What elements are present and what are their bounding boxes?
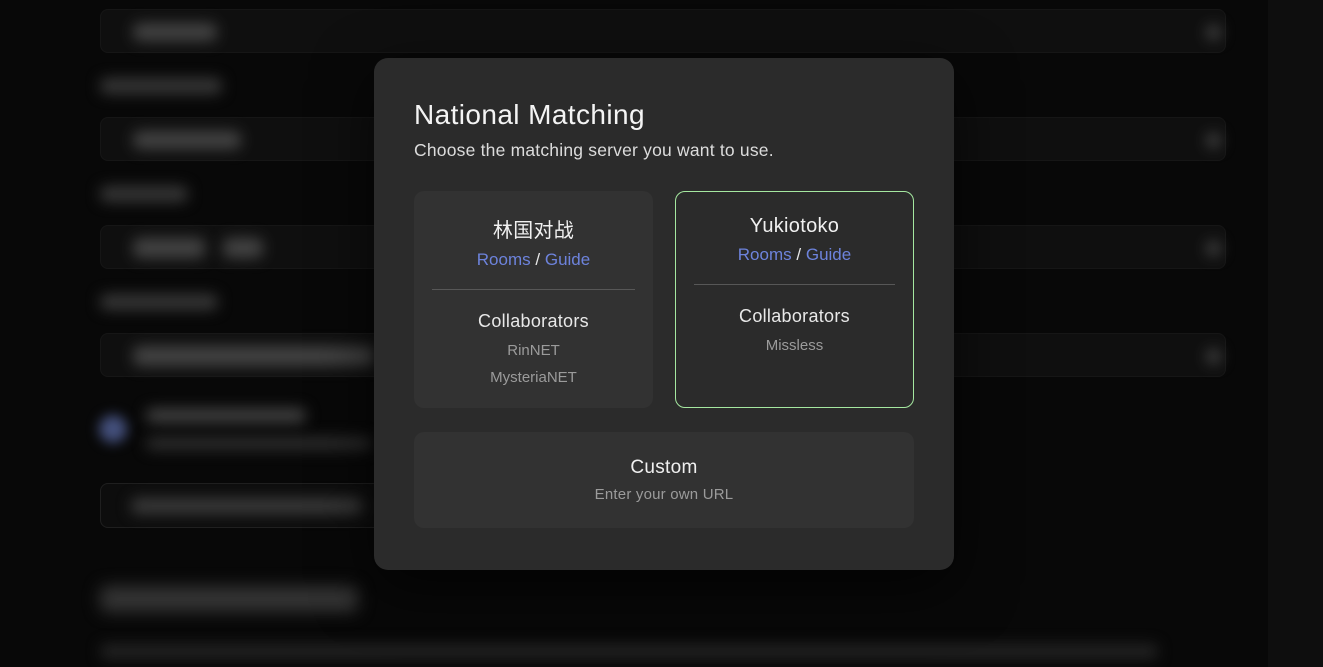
collaborator-name: Missless: [766, 332, 824, 359]
card-divider: [694, 284, 895, 285]
collaborator-name: RinNET: [507, 337, 560, 364]
server-card-linguo[interactable]: 林国对战 Rooms / Guide Collaborators RinNET …: [414, 191, 653, 408]
modal-title: National Matching: [414, 98, 914, 132]
rooms-link[interactable]: Rooms: [738, 245, 792, 264]
collaborators-label: Collaborators: [478, 311, 589, 332]
link-separator: /: [535, 250, 540, 269]
server-name: 林国对战: [493, 214, 574, 243]
server-name: Yukiotoko: [750, 215, 839, 238]
custom-card-subtitle: Enter your own URL: [595, 486, 734, 503]
card-divider: [432, 289, 635, 290]
collaborator-name: MysteriaNET: [490, 364, 577, 391]
server-card-yukiotoko[interactable]: Yukiotoko Rooms / Guide Collaborators Mi…: [675, 191, 914, 408]
server-links: Rooms / Guide: [738, 245, 851, 265]
guide-link[interactable]: Guide: [545, 250, 590, 269]
rooms-link[interactable]: Rooms: [477, 250, 531, 269]
server-links: Rooms / Guide: [477, 250, 590, 270]
collaborators-list: RinNET MysteriaNET: [490, 337, 577, 391]
custom-server-card[interactable]: Custom Enter your own URL: [414, 432, 914, 528]
link-separator: /: [796, 245, 801, 264]
national-matching-modal: National Matching Choose the matching se…: [374, 58, 954, 570]
server-options: 林国对战 Rooms / Guide Collaborators RinNET …: [414, 191, 914, 408]
collaborators-label: Collaborators: [739, 306, 850, 327]
modal-subtitle: Choose the matching server you want to u…: [414, 140, 914, 161]
guide-link[interactable]: Guide: [806, 245, 851, 264]
collaborators-list: Missless: [766, 332, 824, 359]
custom-card-title: Custom: [630, 457, 697, 479]
